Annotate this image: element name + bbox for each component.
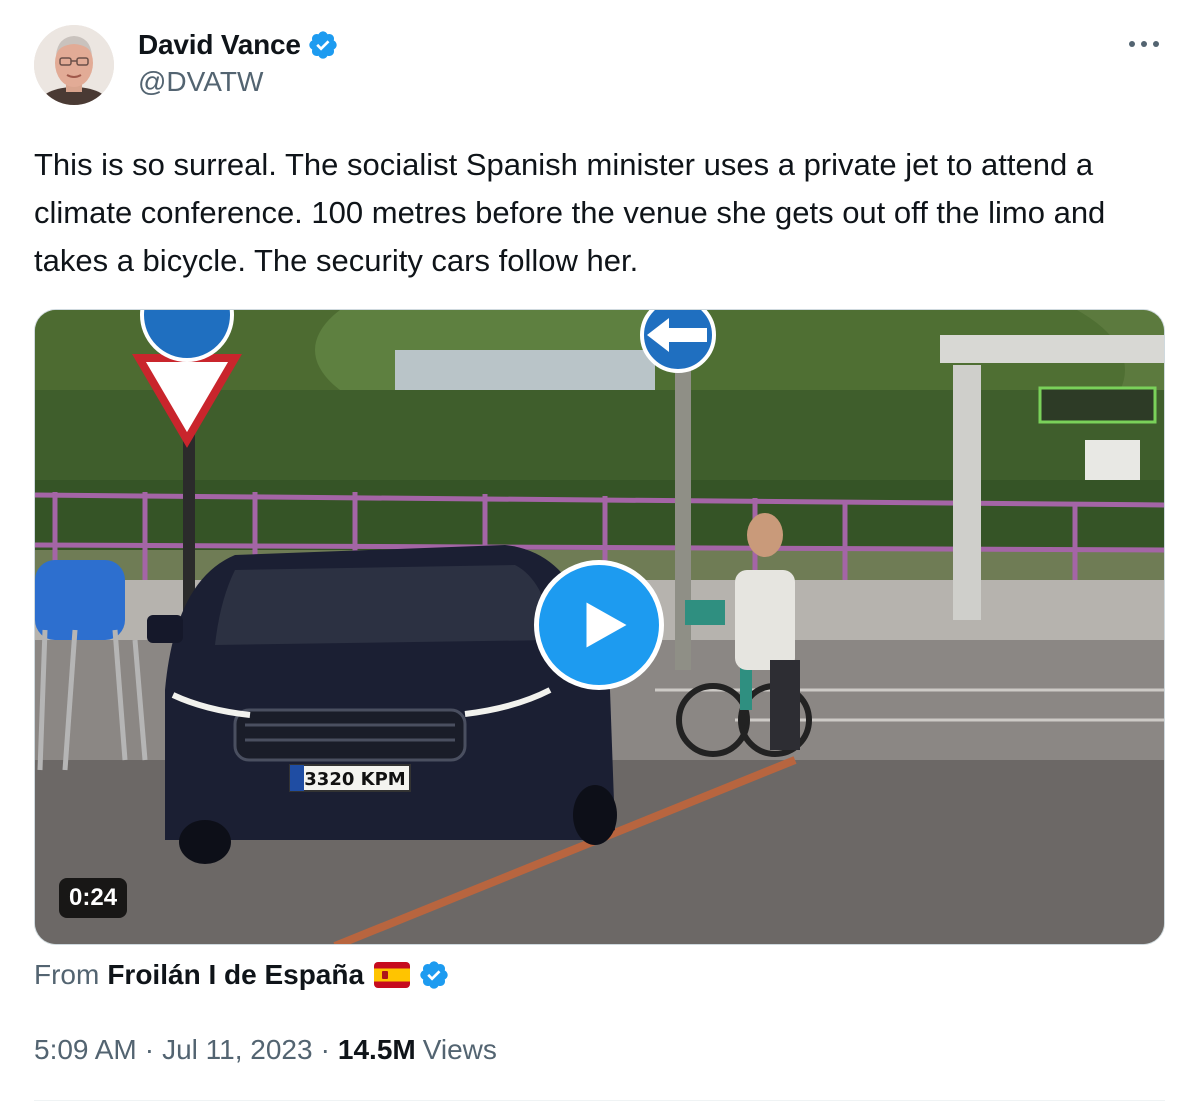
more-options-button[interactable] — [1126, 30, 1162, 58]
tweet-card: David Vance @DVATW This is so surreal. T… — [0, 0, 1198, 1102]
views-count: 14.5M — [337, 1034, 416, 1065]
spain-flag-icon — [374, 962, 411, 988]
attribution-prefix: From — [34, 959, 100, 990]
video-player[interactable]: 3320 KPM 0:24 — [34, 309, 1165, 945]
author-name-row: David Vance — [138, 27, 339, 63]
tweet-date[interactable]: Jul 11, 2023 — [162, 1034, 313, 1066]
attribution-verified-badge-icon — [418, 959, 450, 991]
video-duration-badge: 0:24 — [59, 878, 128, 918]
more-dots-icon — [1129, 41, 1159, 47]
tweet-text: This is so surreal. The socialist Spanis… — [34, 147, 1106, 278]
play-icon — [586, 602, 627, 648]
author-handle[interactable]: @DVATW — [138, 66, 263, 98]
video-attribution: From Froilán I de España — [34, 955, 450, 995]
meta-separator: · — [320, 1034, 330, 1065]
meta-separator: · — [144, 1034, 155, 1065]
license-plate-text: 3320 KPM — [304, 769, 405, 790]
tweet-meta: 5:09 AM · Jul 11, 2023 · 14.5M Views — [34, 1030, 497, 1070]
attribution-source-name[interactable]: Froilán I de España — [107, 959, 364, 991]
views-label: Views — [422, 1034, 497, 1065]
verified-badge-icon — [307, 29, 339, 61]
tweet-time[interactable]: 5:09 AM — [34, 1034, 137, 1066]
play-button[interactable] — [534, 560, 664, 690]
avatar-image — [34, 25, 114, 105]
avatar[interactable] — [34, 25, 114, 105]
divider — [34, 1100, 1165, 1101]
author-display-name[interactable]: David Vance — [138, 29, 301, 61]
